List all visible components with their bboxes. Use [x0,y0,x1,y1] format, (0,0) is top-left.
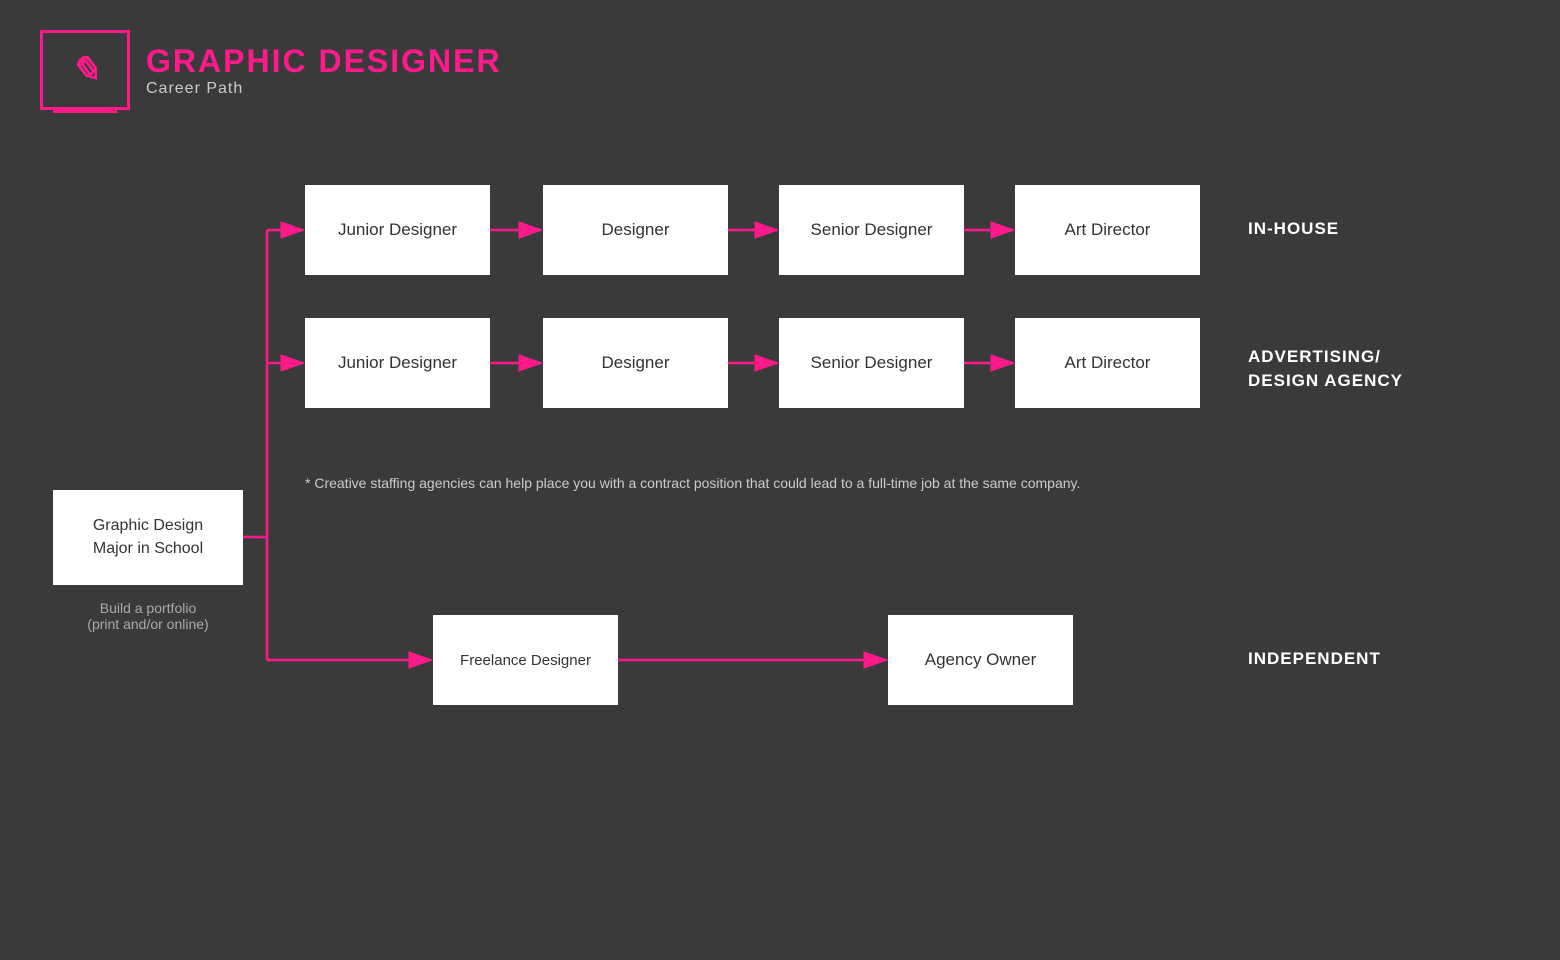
r2n3-node: Senior Designer [779,318,964,408]
start-node: Graphic Design Major in School [53,490,243,585]
r1n4-node: Art Director [1015,185,1200,275]
r1n2-node: Designer [543,185,728,275]
header-subtitle: Career Path [146,80,502,98]
r2n2-node: Designer [543,318,728,408]
note-text: * Creative staffing agencies can help pl… [305,475,1245,491]
logo-box: ✎ [40,30,130,110]
header-text: GRAPHIC DESIGNER Career Path [146,43,502,98]
r3n2-node: Agency Owner [888,615,1073,705]
inhouse-label: IN-HOUSE [1248,218,1339,240]
r2n4-node: Art Director [1015,318,1200,408]
r2n1-node: Junior Designer [305,318,490,408]
agency-label: ADVERTISING/DESIGN AGENCY [1248,345,1403,393]
header: ✎ GRAPHIC DESIGNER Career Path [40,30,502,110]
r1n1-node: Junior Designer [305,185,490,275]
header-title: GRAPHIC DESIGNER [146,43,502,80]
r1n3-node: Senior Designer [779,185,964,275]
independent-label: INDEPENDENT [1248,648,1381,670]
r3n1-node: Freelance Designer [433,615,618,705]
logo-icon: ✎ [70,49,100,91]
portfolio-text: Build a portfolio(print and/or online) [53,600,243,632]
